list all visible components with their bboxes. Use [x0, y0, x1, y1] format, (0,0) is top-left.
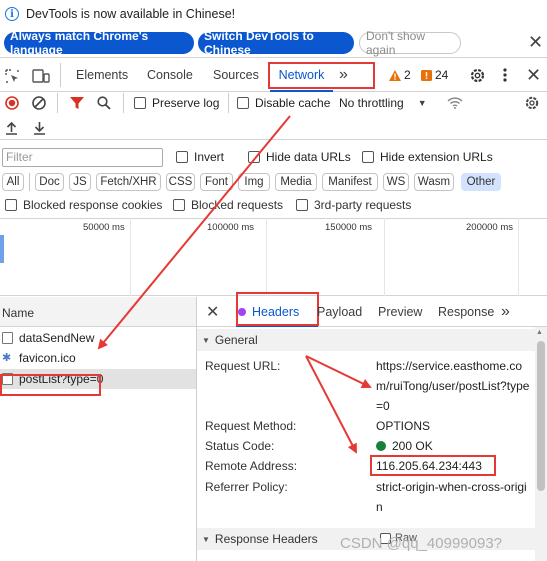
arrow-to-remote-address — [305, 355, 357, 454]
arrow-network-to-postlist — [97, 115, 291, 350]
arrow-to-request-url — [305, 355, 372, 389]
annotation-arrows — [97, 115, 372, 454]
csdn-watermark: CSDN @qq_40999093? — [340, 535, 503, 552]
